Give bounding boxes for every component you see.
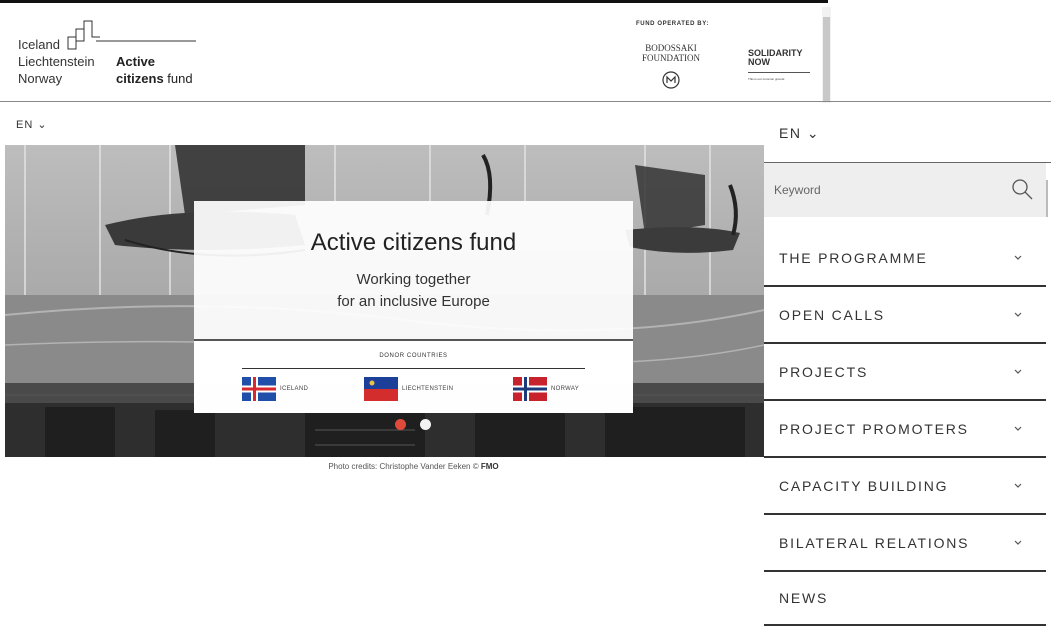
- logo-citizens: citizens: [116, 71, 164, 86]
- country-iceland[interactable]: ICELAND: [242, 377, 308, 401]
- menu-item-label: PROJECT PROMOTERS: [779, 420, 969, 437]
- search-scroll-edge: [1046, 180, 1048, 217]
- menu-item-label: PROJECTS: [779, 363, 869, 380]
- chevron-down-icon[interactable]: [1012, 253, 1024, 263]
- photo-credits: Photo credits: Christophe Vander Eeken ©…: [0, 462, 827, 471]
- menu-item-label: OPEN CALLS: [779, 306, 885, 323]
- hero-card: Active citizens fund Working together fo…: [194, 201, 633, 413]
- main-menu: THE PROGRAMME OPEN CALLS PROJECTS PROJEC…: [764, 230, 1046, 626]
- logo-citizens-fund: citizens fund: [116, 71, 193, 87]
- country-liechtenstein[interactable]: LIECHTENSTEIN: [364, 377, 453, 401]
- hero-subtitle: Working together for an inclusive Europe: [194, 269, 633, 313]
- country-norway-label: NORWAY: [551, 386, 580, 392]
- hero-subtitle-line1: Working together: [356, 271, 471, 288]
- menu-item-label: NEWS: [779, 590, 829, 606]
- language-selector-mobile[interactable]: EN ⌄: [779, 125, 820, 142]
- logo-iceland: Iceland: [18, 37, 60, 52]
- donor-countries-band: DONOR COUNTRIES ICELAND LIECHTENSTEIN NO…: [194, 339, 633, 413]
- carousel-dot-2[interactable]: [420, 419, 431, 430]
- language-selector[interactable]: EN ⌄: [16, 118, 48, 131]
- carousel-dot-1[interactable]: [395, 419, 406, 430]
- menu-item-label: THE PROGRAMME: [779, 249, 928, 266]
- menu-item-label: CAPACITY BUILDING: [779, 477, 949, 494]
- photo-credits-text: Photo credits: Christophe Vander Eeken ©: [328, 462, 479, 471]
- iceland-flag-icon: [242, 377, 276, 401]
- bodossaki-foundation-logo[interactable]: BODOSSAKI FOUNDATION: [636, 43, 706, 63]
- site-header: Iceland Liechtenstein Norway Active citi…: [0, 0, 831, 103]
- logo-liechtenstein: Liechtenstein: [18, 54, 95, 69]
- menu-item-projects[interactable]: PROJECTS: [764, 344, 1046, 401]
- chevron-down-icon[interactable]: [1012, 538, 1024, 548]
- chevron-down-icon[interactable]: [1012, 367, 1024, 377]
- norway-flag-icon: [513, 377, 547, 401]
- menu-item-capacity-building[interactable]: CAPACITY BUILDING: [764, 458, 1046, 515]
- logo-norway: Norway: [18, 71, 63, 86]
- menu-item-bilateral-relations[interactable]: BILATERAL RELATIONS: [764, 515, 1046, 572]
- donor-divider: [242, 368, 585, 369]
- donor-countries-label: DONOR COUNTRIES: [379, 353, 448, 359]
- search-input[interactable]: [764, 163, 994, 217]
- menu-item-project-promoters[interactable]: PROJECT PROMOTERS: [764, 401, 1046, 458]
- active-citizens-fund-logo[interactable]: Iceland Liechtenstein Norway Active citi…: [16, 17, 216, 97]
- logo-active: Active: [116, 54, 156, 69]
- chevron-down-icon[interactable]: [1012, 481, 1024, 491]
- header-scrollbar[interactable]: [822, 7, 831, 103]
- search-icon[interactable]: [1010, 177, 1034, 201]
- solidarity-now-tagline: This is our common ground: [748, 72, 810, 84]
- header-divider: [0, 101, 1051, 102]
- photo-credits-org[interactable]: FMO: [481, 462, 499, 471]
- logo-fund: fund: [163, 71, 193, 86]
- search-bar: [764, 163, 1046, 217]
- menu-item-label: BILATERAL RELATIONS: [779, 534, 970, 551]
- country-liechtenstein-label: LIECHTENSTEIN: [402, 386, 454, 392]
- hero-subtitle-line2: for an inclusive Europe: [337, 293, 490, 310]
- chevron-down-icon[interactable]: [1012, 310, 1024, 320]
- bodossaki-emblem-icon: [662, 71, 680, 89]
- solidarity-now-name: SOLIDARITY NOW: [748, 48, 803, 67]
- carousel-dots: [395, 419, 431, 430]
- menu-item-the-programme[interactable]: THE PROGRAMME: [764, 230, 1046, 287]
- liechtenstein-flag-icon: [364, 377, 398, 401]
- solidarity-now-logo[interactable]: SOLIDARITY NOW This is our common ground: [748, 49, 810, 84]
- scrollbar-thumb[interactable]: [823, 17, 830, 101]
- menu-item-open-calls[interactable]: OPEN CALLS: [764, 287, 1046, 344]
- country-iceland-label: ICELAND: [280, 386, 309, 392]
- chevron-down-icon[interactable]: [1012, 424, 1024, 434]
- hero-title: Active citizens fund: [310, 229, 517, 256]
- menu-item-news[interactable]: NEWS: [764, 572, 1046, 626]
- hero-carousel: Active citizens fund Working together fo…: [5, 145, 764, 457]
- country-norway[interactable]: NORWAY: [513, 377, 579, 401]
- fund-operated-by-label: FUND OPERATED BY:: [636, 21, 709, 27]
